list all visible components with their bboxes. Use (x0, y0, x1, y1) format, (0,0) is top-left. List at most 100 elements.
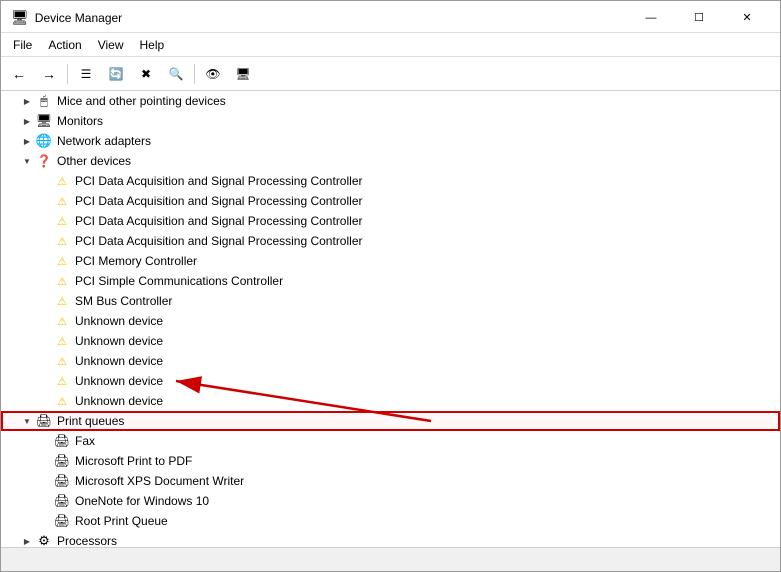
unknown4-icon (53, 372, 71, 390)
toggle-unknown3 (37, 351, 53, 371)
pci-simple-icon (53, 272, 71, 290)
toggle-unknown5 (37, 391, 53, 411)
toggle-unknown4 (37, 371, 53, 391)
root-print-label: Root Print Queue (75, 514, 168, 528)
tree-item-unknown3[interactable]: Unknown device (1, 351, 780, 371)
menu-action[interactable]: Action (40, 36, 89, 54)
unknown5-icon (53, 392, 71, 410)
tree-item-monitors[interactable]: 🖥 Monitors (1, 111, 780, 131)
title-bar-left: 🖥 Device Manager (11, 9, 122, 26)
menu-help[interactable]: Help (132, 36, 173, 54)
tree-item-unknown2[interactable]: Unknown device (1, 331, 780, 351)
status-bar (1, 547, 780, 571)
update-driver-button[interactable]: 🔄 (102, 61, 130, 87)
tree-item-unknown1[interactable]: Unknown device (1, 311, 780, 331)
menu-view[interactable]: View (90, 36, 132, 54)
tree-item-unknown5[interactable]: Unknown device (1, 391, 780, 411)
toggle-pci1 (37, 171, 53, 191)
unknown2-label: Unknown device (75, 334, 163, 348)
toolbar: ← → ☰ 🔄 ✖ 🔍 👁 🖥 (1, 57, 780, 91)
toggle-pci4 (37, 231, 53, 251)
app-icon: 🖥 (11, 9, 29, 26)
toggle-ms-pdf (37, 451, 53, 471)
root-print-icon: 🖨 (53, 512, 71, 530)
monitor-button[interactable]: 🖥 (229, 61, 257, 87)
title-controls: — ☐ ✕ (628, 7, 770, 29)
maximize-button[interactable]: ☐ (676, 7, 722, 29)
other-devices-label: Other devices (57, 154, 131, 168)
tree-item-fax[interactable]: 🖨 Fax (1, 431, 780, 451)
close-button[interactable]: ✕ (724, 7, 770, 29)
scan-button[interactable]: 🔍 (162, 61, 190, 87)
tree-item-pci2[interactable]: PCI Data Acquisition and Signal Processi… (1, 191, 780, 211)
device-manager-window: 🖥 Device Manager — ☐ ✕ File Action View … (0, 0, 781, 572)
pci4-label: PCI Data Acquisition and Signal Processi… (75, 234, 362, 248)
mice-icon: 🖱 (35, 92, 53, 110)
toggle-fax (37, 431, 53, 451)
toggle-print-queues[interactable] (19, 411, 35, 431)
ms-xps-icon: 🖨 (53, 472, 71, 490)
tree-item-mice[interactable]: 🖱 Mice and other pointing devices (1, 91, 780, 111)
toggle-pci3 (37, 211, 53, 231)
pci-mem-label: PCI Memory Controller (75, 254, 197, 268)
toggle-pci2 (37, 191, 53, 211)
mice-label: Mice and other pointing devices (57, 94, 226, 108)
tree-item-pci-mem[interactable]: PCI Memory Controller (1, 251, 780, 271)
pci3-icon (53, 212, 71, 230)
toggle-pci-simple (37, 271, 53, 291)
toggle-other-devices[interactable] (19, 151, 35, 171)
unknown5-label: Unknown device (75, 394, 163, 408)
forward-button[interactable]: → (35, 61, 63, 87)
toggle-processors[interactable] (19, 531, 35, 547)
toggle-network[interactable] (19, 131, 35, 151)
tree-item-pci4[interactable]: PCI Data Acquisition and Signal Processi… (1, 231, 780, 251)
fax-icon: 🖨 (53, 432, 71, 450)
tree-item-root-print[interactable]: 🖨 Root Print Queue (1, 511, 780, 531)
menu-bar: File Action View Help (1, 33, 780, 57)
menu-file[interactable]: File (5, 36, 40, 54)
device-tree[interactable]: 🖱 Mice and other pointing devices 🖥 Moni… (1, 91, 780, 547)
tree-item-onenote[interactable]: 🖨 OneNote for Windows 10 (1, 491, 780, 511)
tree-item-print-queues[interactable]: 🖨 Print queues (1, 411, 780, 431)
minimize-button[interactable]: — (628, 7, 674, 29)
tree-item-smbus[interactable]: SM Bus Controller (1, 291, 780, 311)
smbus-icon (53, 292, 71, 310)
pci-mem-icon (53, 252, 71, 270)
tree-item-ms-pdf[interactable]: 🖨 Microsoft Print to PDF (1, 451, 780, 471)
onenote-label: OneNote for Windows 10 (75, 494, 209, 508)
window-title: Device Manager (35, 11, 122, 25)
toggle-pci-mem (37, 251, 53, 271)
print-queues-icon: 🖨 (35, 412, 53, 430)
ms-xps-label: Microsoft XPS Document Writer (75, 474, 244, 488)
toggle-smbus (37, 291, 53, 311)
smbus-label: SM Bus Controller (75, 294, 172, 308)
processors-icon: ⚙ (35, 532, 53, 547)
tree-item-network[interactable]: 🌐 Network adapters (1, 131, 780, 151)
title-bar: 🖥 Device Manager — ☐ ✕ (1, 1, 780, 33)
back-button[interactable]: ← (5, 61, 33, 87)
toggle-onenote (37, 491, 53, 511)
monitors-label: Monitors (57, 114, 103, 128)
properties-button[interactable]: ☰ (72, 61, 100, 87)
tree-item-other-devices[interactable]: ❓ Other devices (1, 151, 780, 171)
tree-item-ms-xps[interactable]: 🖨 Microsoft XPS Document Writer (1, 471, 780, 491)
unknown1-label: Unknown device (75, 314, 163, 328)
show-hidden-button[interactable]: 👁 (199, 61, 227, 87)
toolbar-separator-1 (67, 64, 68, 84)
pci1-label: PCI Data Acquisition and Signal Processi… (75, 174, 362, 188)
tree-item-pci3[interactable]: PCI Data Acquisition and Signal Processi… (1, 211, 780, 231)
toggle-unknown1 (37, 311, 53, 331)
uninstall-button[interactable]: ✖ (132, 61, 160, 87)
tree-item-pci1[interactable]: PCI Data Acquisition and Signal Processi… (1, 171, 780, 191)
unknown2-icon (53, 332, 71, 350)
pci-simple-label: PCI Simple Communications Controller (75, 274, 283, 288)
toggle-monitors[interactable] (19, 111, 35, 131)
tree-item-processors[interactable]: ⚙ Processors (1, 531, 780, 547)
pci1-icon (53, 172, 71, 190)
tree-item-unknown4[interactable]: Unknown device (1, 371, 780, 391)
network-label: Network adapters (57, 134, 151, 148)
tree-item-pci-simple[interactable]: PCI Simple Communications Controller (1, 271, 780, 291)
toggle-root-print (37, 511, 53, 531)
toggle-mice[interactable] (19, 91, 35, 111)
network-icon: 🌐 (35, 132, 53, 150)
